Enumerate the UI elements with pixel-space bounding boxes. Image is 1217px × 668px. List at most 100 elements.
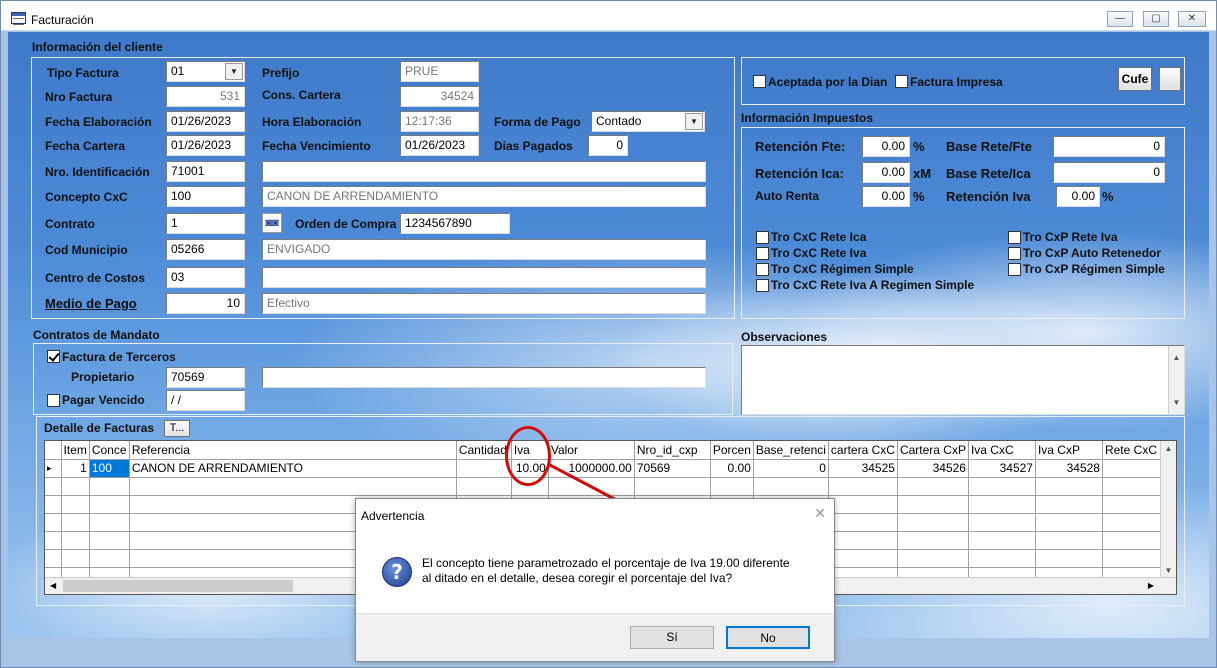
grid-header-cell[interactable]: Iva CxC [968,441,1036,460]
nro-identificacion-field[interactable]: 71001 [166,161,245,182]
mandato-section-title: Contratos de Mandato [33,328,160,342]
tipo-factura-label: Tipo Factura [47,66,119,80]
grid-header-cell[interactable]: Nro_id_cxp [634,441,711,460]
grid-header-cell[interactable]: Conce [89,441,130,460]
centro-costos-label: Centro de Costos [45,271,146,285]
dias-pagados-field[interactable]: 0 [588,135,628,156]
base-ica-field[interactable]: 0 [1053,162,1165,183]
scroll-thumb[interactable] [63,580,293,592]
grid-header-cell[interactable]: Rete CxC [1102,441,1168,460]
propietario-nombre-field[interactable] [262,367,706,388]
advertencia-dialog: Advertencia ✕ ? El concepto tiene parame… [355,498,835,662]
forma-pago-select[interactable]: Contado ▼ [591,111,705,132]
dialog-close-icon[interactable]: ✕ [814,505,826,522]
chevron-down-icon[interactable]: ▼ [685,113,703,130]
nro-factura-field[interactable]: 531 [166,86,245,107]
retencion-fte-label: Retención Fte: [755,139,846,154]
maximize-button[interactable]: ▢ [1143,11,1169,27]
scroll-up-icon[interactable]: ▲ [1161,444,1176,453]
orden-compra-field[interactable]: 1234567890 [400,213,510,234]
pagar-vencido-checkbox[interactable] [47,394,60,407]
retencion-fte-field[interactable]: 0.00 [862,136,910,157]
dialog-footer: Sí No [356,613,834,661]
grid-cell[interactable]: 0 [753,459,829,478]
grid-header-cell[interactable]: Iva CxP [1035,441,1103,460]
hora-elaboracion-field[interactable]: 12:17:36 [400,111,479,132]
nro-identificacion-label: Nro. Identificación [45,165,150,179]
centro-costos-field[interactable]: 03 [166,267,245,288]
grid-cell[interactable]: 34527 [968,459,1036,478]
grid-header-cell[interactable]: Porcen [710,441,754,460]
tro-cxc-rete-iva-regimen-checkbox[interactable] [756,279,769,292]
row-selector-icon[interactable]: ▸ [45,459,62,478]
grid-header-cell[interactable]: Valor [548,441,635,460]
grid-cell[interactable]: 34526 [897,459,969,478]
retencion-iva-field[interactable]: 0.00 [1056,186,1100,207]
fecha-cartera-field[interactable]: 01/26/2023 [166,135,245,156]
medio-pago-desc-field[interactable]: Efectivo [262,293,706,314]
grid-cell[interactable]: 34528 [1035,459,1103,478]
grid-header-cell[interactable]: Item [61,441,90,460]
grid-header-cell[interactable]: Cartera CxP [897,441,969,460]
close-button[interactable]: ✕ [1178,11,1206,27]
maximize-icon: ▢ [1151,13,1161,24]
tro-cxp-regimen-simple-checkbox[interactable] [1008,263,1021,276]
grid-cell[interactable]: 1 [61,459,90,478]
grid-header-cell[interactable]: cartera CxC [828,441,898,460]
grid-cell[interactable] [1102,459,1168,478]
municipio-desc-field[interactable]: ENVIGADO [262,239,706,260]
fecha-vencimiento-field[interactable]: 01/26/2023 [400,135,479,156]
auto-renta-field[interactable]: 0.00 [862,186,910,207]
tipo-factura-select[interactable]: 01 ▼ [166,61,245,82]
factura-terceros-checkbox[interactable] [47,350,60,363]
base-fte-label: Base Rete/Fte [946,139,1032,154]
factura-impresa-checkbox[interactable] [895,75,908,88]
scroll-up-icon[interactable]: ▲ [1169,348,1184,367]
scroll-right-icon[interactable]: ▶ [1148,581,1154,590]
tro-cxc-rete-iva-label: Tro CxC Rete Iva [771,246,867,260]
grid-header-cell[interactable]: Referencia [129,441,457,460]
grid-cell[interactable]: 100 [89,459,130,478]
prefijo-field[interactable]: PRUE [400,61,479,82]
grid-header-cell[interactable]: Cantidad [456,441,512,460]
cliente-nombre-field[interactable] [262,161,706,182]
grid-header-cell[interactable]: Base_retenci [753,441,829,460]
grid-cell[interactable] [456,459,512,478]
aceptada-dian-checkbox[interactable] [753,75,766,88]
propietario-field[interactable]: 70569 [166,367,245,388]
observaciones-textarea[interactable]: ▲ ▼ [741,345,1185,415]
centro-costos-desc-field[interactable] [262,267,706,288]
cod-municipio-field[interactable]: 05266 [166,239,245,260]
medio-pago-field[interactable]: 10 [166,293,245,314]
tro-cxp-rete-iva-checkbox[interactable] [1008,231,1021,244]
concepto-field[interactable]: 100 [166,186,245,207]
grid-vertical-scrollbar[interactable]: ▲ ▼ [1160,441,1176,578]
retencion-ica-field[interactable]: 0.00 [862,162,910,183]
scroll-down-icon[interactable]: ▼ [1169,393,1184,412]
concepto-desc-field[interactable]: CANON DE ARRENDAMIENTO [262,186,706,207]
medio-pago-link[interactable]: Medio de Pago [45,296,137,311]
grid-cell[interactable]: 34525 [828,459,898,478]
tro-cxp-auto-retenedor-checkbox[interactable] [1008,247,1021,260]
grid-cell[interactable]: 0.00 [710,459,754,478]
cons-cartera-field[interactable]: 34524 [400,86,479,107]
yes-button[interactable]: Sí [630,626,714,649]
contrato-field[interactable]: 1 [166,213,245,234]
minimize-button[interactable]: — [1107,11,1133,27]
no-button[interactable]: No [726,626,810,649]
scroll-left-icon[interactable]: ◀ [50,581,56,590]
grid-cell[interactable]: CANON DE ARRENDAMIENTO [129,459,457,478]
tro-cxc-rete-ica-checkbox[interactable] [756,231,769,244]
observaciones-scrollbar[interactable]: ▲ ▼ [1168,346,1184,414]
binoculars-icon[interactable]: ◙◙ [262,213,282,233]
cufe-extra-button[interactable] [1159,67,1181,91]
scroll-down-icon[interactable]: ▼ [1161,566,1176,575]
cufe-button[interactable]: Cufe [1118,67,1152,91]
fecha-elaboracion-field[interactable]: 01/26/2023 [166,111,245,132]
tro-cxc-regimen-simple-checkbox[interactable] [756,263,769,276]
chevron-down-icon[interactable]: ▼ [225,63,243,80]
dialog-title: Advertencia [361,509,425,523]
base-fte-field[interactable]: 0 [1053,136,1165,157]
pagar-vencido-field[interactable]: / / [166,390,245,411]
tro-cxc-rete-iva-checkbox[interactable] [756,247,769,260]
